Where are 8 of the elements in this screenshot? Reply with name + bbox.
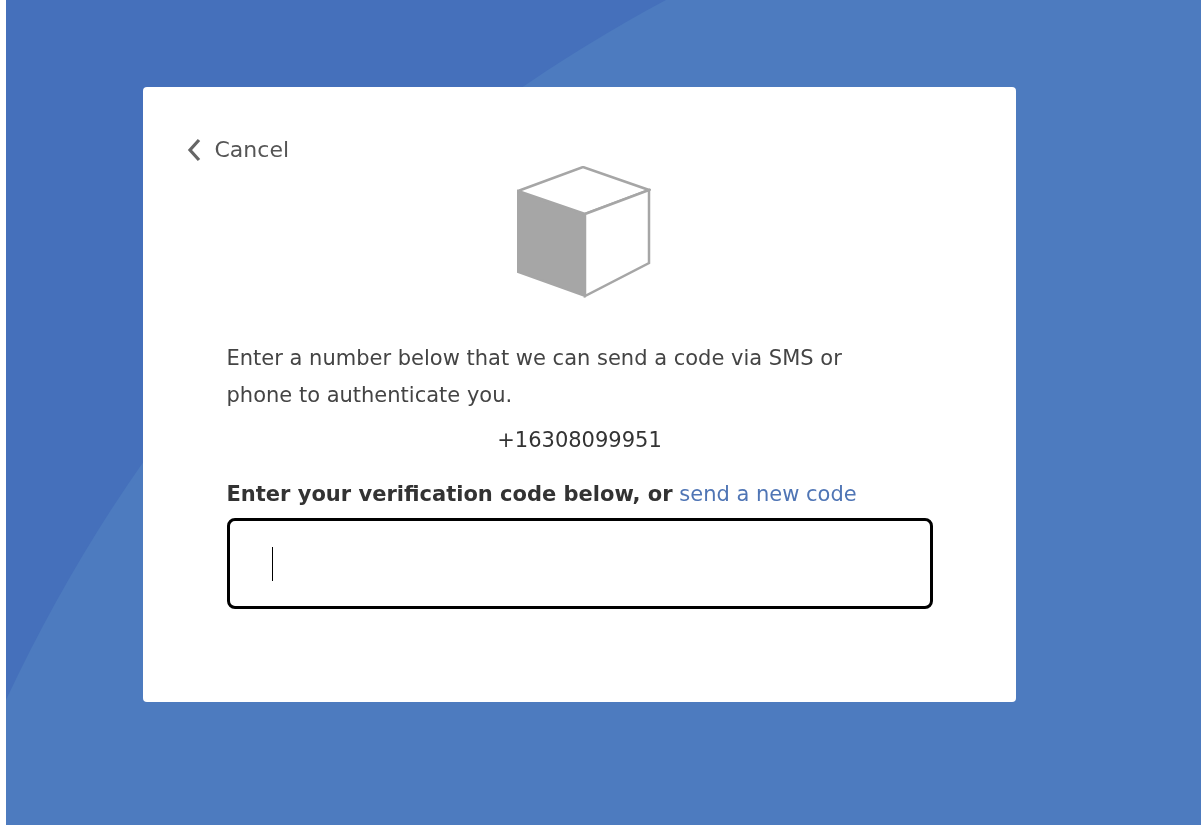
instructions-text: Enter a number below that we can send a code via SMS or phone to authenticate you. [226,345,843,409]
cube-icon [516,166,651,298]
cancel-button[interactable]: Cancel [186,137,290,162]
phone-number: +16308099951 [496,428,663,452]
code-field-label: Enter your verification code below, or send a new code [226,482,858,506]
send-new-code-link[interactable]: send a new code [679,482,857,506]
chevron-left-icon [186,137,201,162]
verification-code-field[interactable] [226,518,933,609]
